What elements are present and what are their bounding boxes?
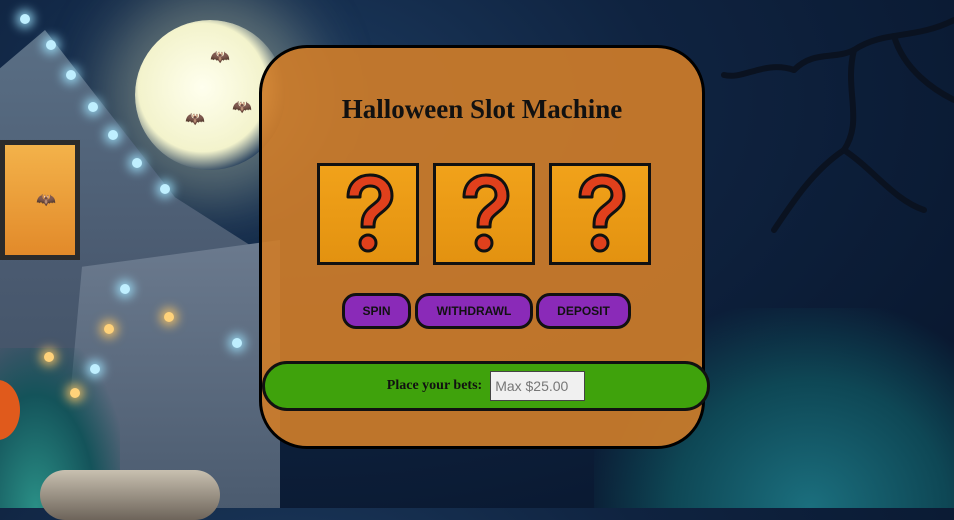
question-mark-icon <box>462 173 510 253</box>
string-light <box>108 130 118 140</box>
reel-2 <box>433 163 535 265</box>
string-light <box>70 388 80 398</box>
string-light <box>120 284 130 294</box>
bat-icon: 🦇 <box>36 192 56 209</box>
deposit-button[interactable]: DEPOSIT <box>536 293 631 329</box>
bat-icon: 🦇 <box>210 49 230 66</box>
string-light <box>132 158 142 168</box>
bet-amount-input[interactable] <box>490 371 586 401</box>
bare-tree <box>721 17 954 233</box>
string-light <box>164 312 174 322</box>
bets-label: Place your bets: <box>386 378 483 393</box>
question-mark-icon <box>578 173 626 253</box>
bat-icon: 🦇 <box>232 99 252 116</box>
bat-icon: 🦇 <box>185 111 205 128</box>
string-light <box>46 40 56 50</box>
question-mark-icon <box>346 173 394 253</box>
string-light <box>90 364 100 374</box>
mailbox <box>40 470 220 520</box>
string-light <box>232 338 242 348</box>
string-light <box>88 102 98 112</box>
withdraw-button[interactable]: WITHDRAWL <box>415 293 533 329</box>
reel-1 <box>317 163 419 265</box>
string-light <box>104 324 114 334</box>
reel-3 <box>549 163 651 265</box>
string-light <box>66 70 76 80</box>
string-light <box>20 14 30 24</box>
slot-machine-panel: Halloween Slot Machine SPIN WITHDRAWL DE… <box>259 45 710 449</box>
bets-bar: Place your bets: <box>262 361 710 411</box>
spin-button[interactable]: SPIN <box>342 293 411 329</box>
string-light <box>44 352 54 362</box>
string-light <box>160 184 170 194</box>
game-title: Halloween Slot Machine <box>341 94 623 124</box>
